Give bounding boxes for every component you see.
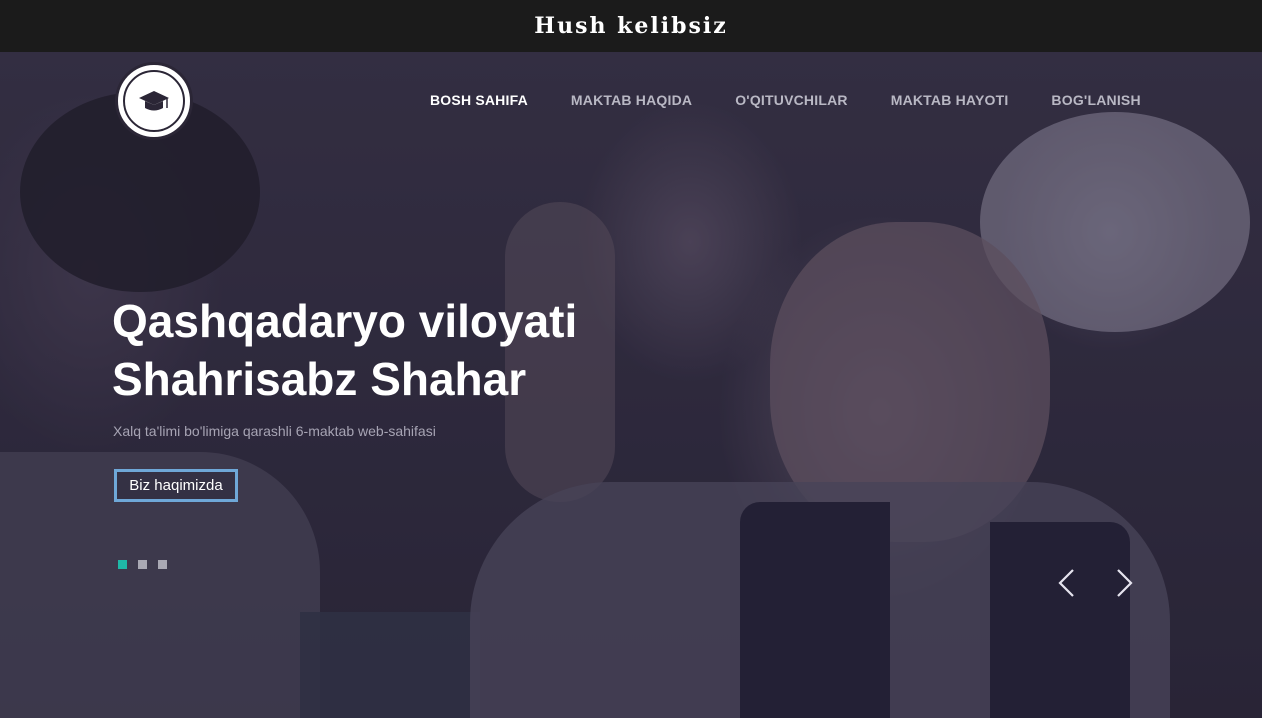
school-logo-icon [139, 91, 169, 111]
main-nav: BOSH SAHIFA MAKTAB HAQIDA O'QITUVCHILAR … [430, 92, 1141, 108]
nav-item-school-life[interactable]: MAKTAB HAYOTI [891, 92, 1009, 108]
hero-subtitle: Xalq ta'limi bo'limiga qarashli 6-maktab… [113, 423, 436, 439]
school-logo-inner [123, 70, 185, 132]
nav-item-contact[interactable]: BOG'LANISH [1051, 92, 1140, 108]
slider-dots [118, 560, 167, 569]
about-us-button[interactable]: Biz haqimizda [114, 469, 238, 502]
nav-item-about-school[interactable]: MAKTAB HAQIDA [571, 92, 692, 108]
slider-dot-3[interactable] [158, 560, 167, 569]
hero-title: Qashqadaryo viloyati Shahrisabz Shahar [112, 292, 672, 408]
chevron-right-icon [1117, 569, 1133, 597]
slider-next-button[interactable] [1112, 566, 1136, 600]
hero-title-line1: Qashqadaryo viloyati [112, 295, 578, 347]
school-logo[interactable] [115, 62, 193, 140]
hero-title-line2: Shahrisabz Shahar [112, 353, 527, 405]
chevron-left-icon [1058, 569, 1074, 597]
slider-prev-button[interactable] [1055, 566, 1079, 600]
welcome-title: Hush kelibsiz [534, 13, 728, 39]
slider-dot-1[interactable] [118, 560, 127, 569]
slider-dot-2[interactable] [138, 560, 147, 569]
nav-item-home[interactable]: BOSH SAHIFA [430, 92, 528, 108]
nav-item-teachers[interactable]: O'QITUVCHILAR [735, 92, 847, 108]
top-banner: Hush kelibsiz [0, 0, 1262, 52]
